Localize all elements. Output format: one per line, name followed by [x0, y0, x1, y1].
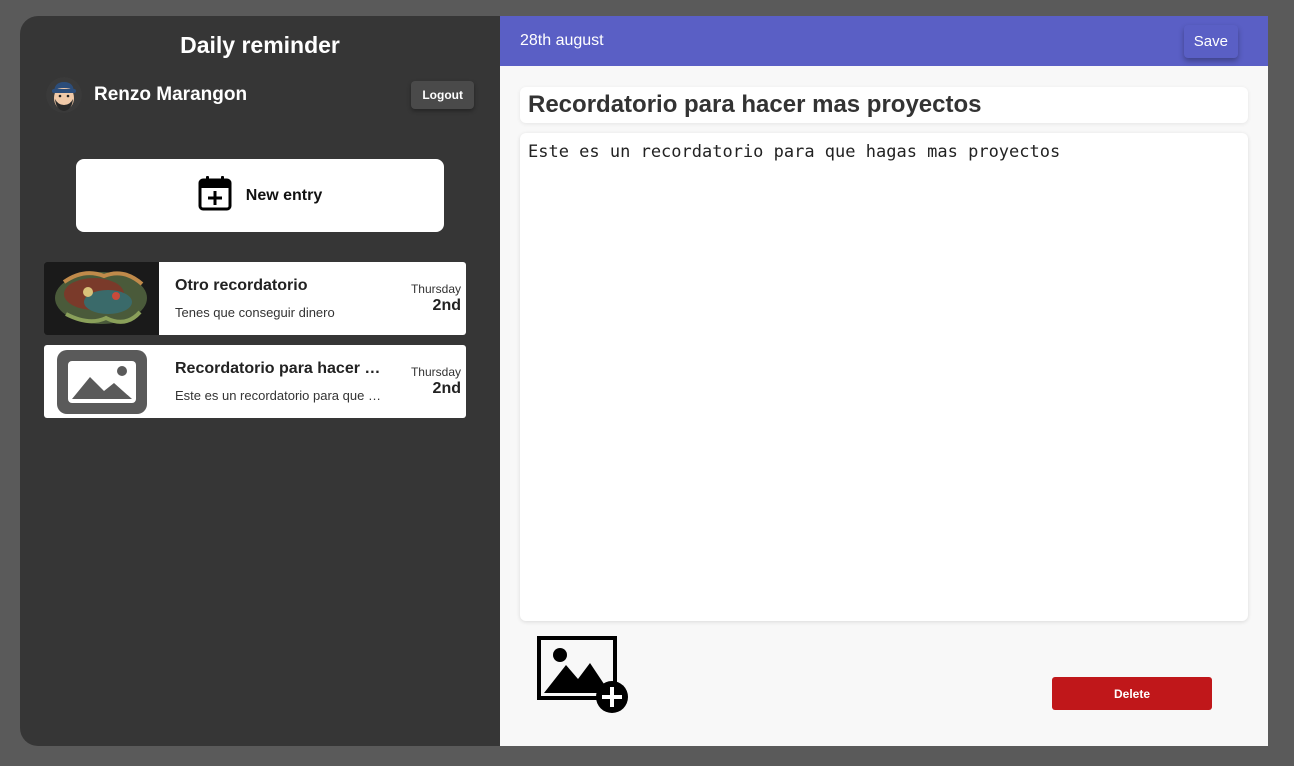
entry-list: Otro recordatorio Tenes que conseguir di… [44, 262, 466, 428]
entry-thumbnail [44, 262, 159, 335]
note-body-textarea[interactable]: Este es un recordatorio para que hagas m… [520, 133, 1248, 621]
entry-body: Otro recordatorio Tenes que conseguir di… [159, 262, 396, 335]
entry-date: Thursday 2nd [396, 262, 466, 335]
entry-item[interactable]: Recordatorio para hacer mas proyectos Es… [44, 345, 466, 418]
entry-day-number: 2nd [432, 297, 461, 314]
entry-item[interactable]: Otro recordatorio Tenes que conseguir di… [44, 262, 466, 335]
new-entry-label: New entry [245, 186, 323, 204]
note-title-input[interactable] [520, 87, 1248, 123]
note-editor: 28th august Save Este es un recordatorio… [500, 16, 1268, 746]
add-image-button[interactable] [536, 635, 630, 715]
entry-day-number: 2nd [432, 380, 461, 397]
entry-description: Tenes que conseguir dinero [175, 305, 335, 320]
save-button[interactable]: Save [1183, 24, 1238, 58]
calendar-plus-icon [198, 175, 232, 216]
avatar [46, 77, 82, 113]
entry-description: Este es un recordatorio para que hagas m… [175, 388, 387, 403]
sidebar: Daily reminder Renzo Marangon Logout New… [20, 16, 500, 746]
entry-day: Thursday [410, 282, 461, 296]
app-window: Daily reminder Renzo Marangon Logout New… [20, 16, 1268, 746]
note-date: 28th august [520, 32, 604, 49]
image-placeholder-icon [44, 345, 159, 418]
entry-title: Otro recordatorio [175, 277, 308, 294]
delete-button[interactable]: Delete [1052, 677, 1212, 710]
entry-date: Thursday 2nd [396, 345, 466, 418]
logout-button[interactable]: Logout [411, 81, 474, 109]
app-title: Daily reminder [180, 32, 340, 58]
entry-title: Recordatorio para hacer mas proyectos [175, 360, 387, 377]
editor-topbar: 28th august Save [500, 16, 1268, 66]
entry-day: Thursday [410, 365, 461, 379]
add-image-icon [537, 636, 628, 713]
user-row: Renzo Marangon Logout [46, 74, 474, 116]
entry-body: Recordatorio para hacer mas proyectos Es… [159, 345, 396, 418]
new-entry-button[interactable]: New entry [76, 159, 444, 232]
user-name: Renzo Marangon [94, 84, 248, 105]
